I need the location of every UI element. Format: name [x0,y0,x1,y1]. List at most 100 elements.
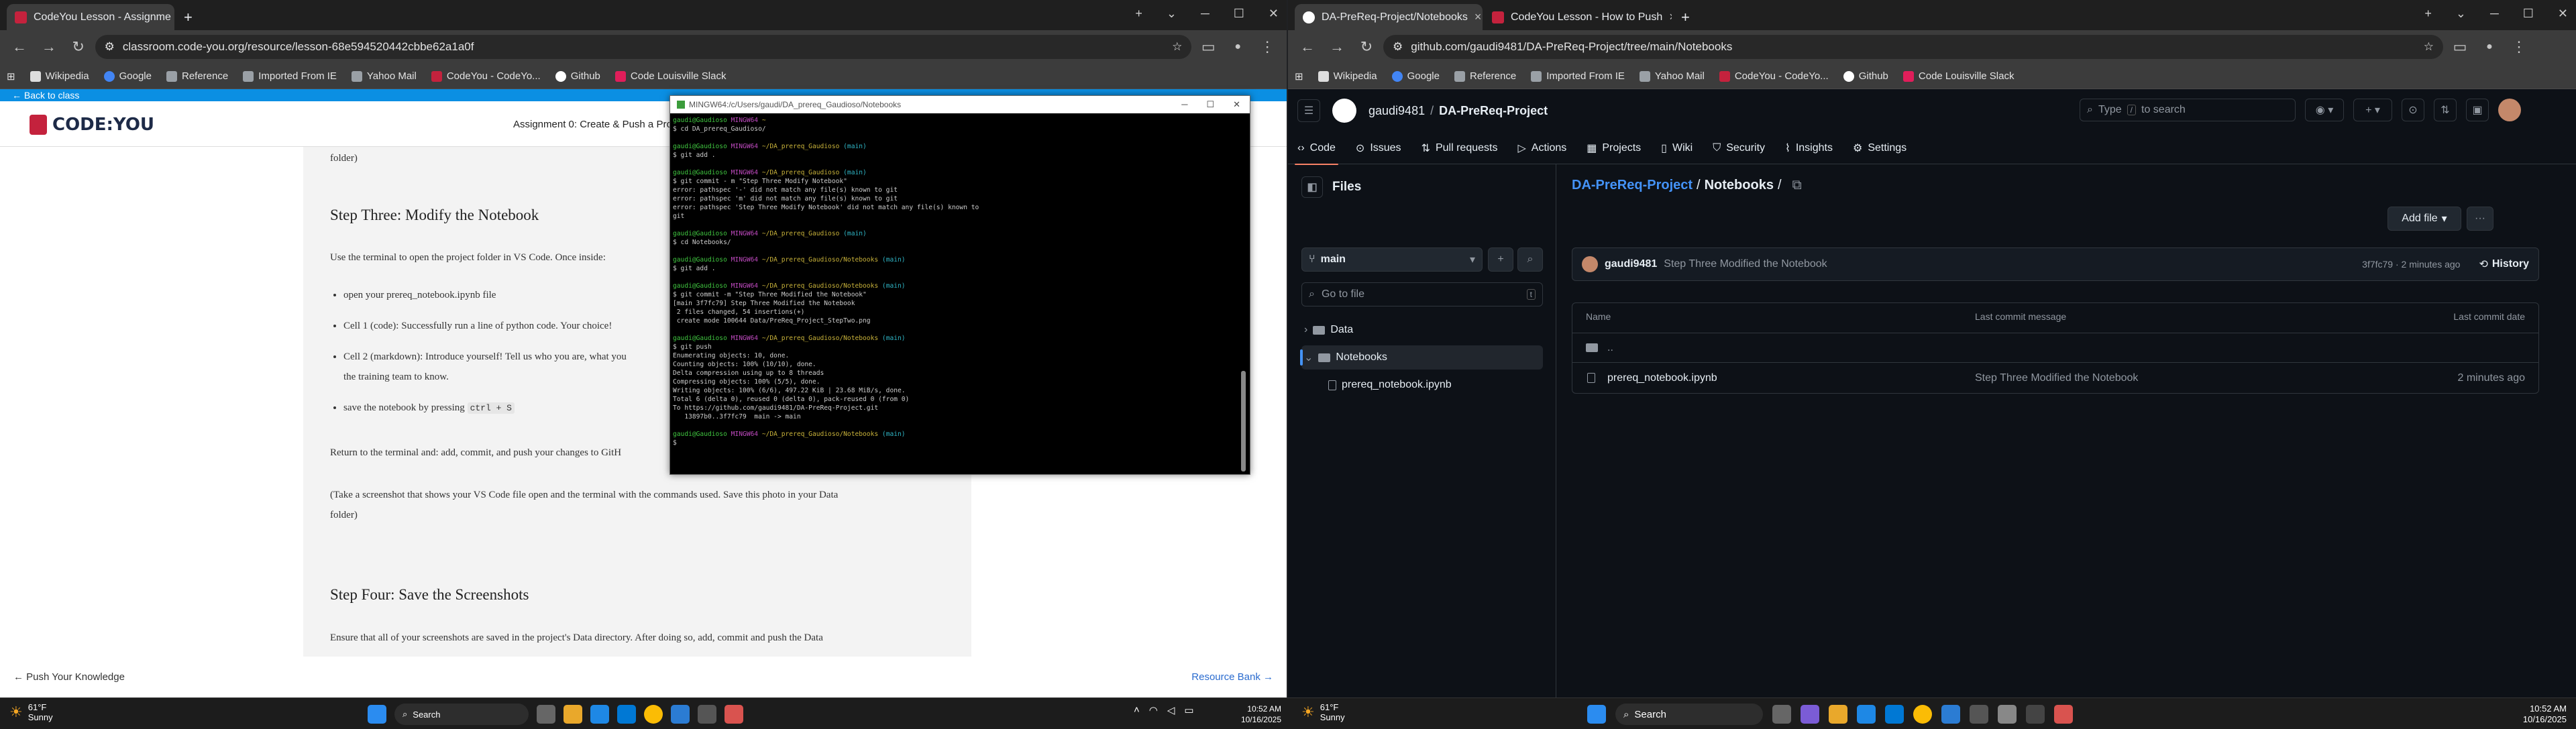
back-arrow-icon[interactable]: ← [1295,34,1320,60]
wifi-icon[interactable]: ◠ [1149,704,1158,716]
profile-avatar-icon[interactable]: ● [2477,34,2502,60]
outlook-icon[interactable] [1885,705,1904,724]
file-commit-message-link[interactable]: Step Three Modified the Notebook [1975,372,2138,384]
copilot-icon[interactable] [1801,705,1819,724]
minimize-icon[interactable]: ─ [1201,7,1210,21]
bookmark-wikipedia[interactable]: Wikipedia [30,70,89,82]
bookmark-slack[interactable]: Code Louisville Slack [1902,70,2014,82]
apps-grid-icon[interactable]: ⊞ [1295,70,1303,82]
dropdown-icon[interactable]: ⌄ [2456,7,2466,21]
repo-link[interactable]: DA-PreReq-Project [1439,104,1548,118]
collapse-sidebar-icon[interactable]: ◧ [1301,176,1323,198]
tab-github-notebooks[interactable]: DA-PreReq-Project/Notebooks × [1295,4,1483,30]
github-logo-icon[interactable] [1332,99,1356,123]
edge-icon[interactable] [590,705,609,724]
tab-wiki[interactable]: ▯ Wiki [1661,132,1693,164]
new-window-plus-icon[interactable]: + [2424,7,2432,21]
bookmark-google[interactable]: Google [103,70,152,82]
forward-arrow-icon[interactable]: → [1324,34,1350,60]
copy-path-icon[interactable]: ⧉ [1792,178,1802,193]
maximize-icon[interactable]: ☐ [1234,7,1244,21]
bookmark-codeyou[interactable]: CodeYou - CodeYo... [431,70,541,82]
tab-insights[interactable]: ⌇ Insights [1785,132,1833,164]
bookmark-google[interactable]: Google [1391,70,1440,82]
windows-start-icon[interactable] [368,705,386,724]
codeyou-logo[interactable]: CODE:YOU [30,115,154,135]
cast-icon[interactable]: ▭ [1195,34,1221,60]
file-explorer-icon[interactable] [564,705,582,724]
github-search-input[interactable]: ⌕ Type / to search [2080,99,2296,121]
scrollbar-thumb[interactable] [1241,371,1246,471]
tab-pull-requests[interactable]: ⇅ Pull requests [1421,132,1498,164]
task-view-icon[interactable] [537,705,555,724]
reload-icon[interactable]: ↻ [1354,34,1379,60]
file-name-link[interactable]: prereq_notebook.ipynb [1607,372,1717,384]
maximize-icon[interactable]: ☐ [2523,7,2534,21]
tab-issues[interactable]: ⊙ Issues [1356,132,1401,164]
bookmark-yahoo[interactable]: Yahoo Mail [351,70,417,82]
battery-icon[interactable]: ▭ [1184,704,1193,716]
bookmark-wikipedia[interactable]: Wikipedia [1318,70,1377,82]
git-bash-taskbar-icon[interactable] [2054,705,2073,724]
terminal-scrollbar[interactable] [1239,116,1248,471]
bookmark-yahoo[interactable]: Yahoo Mail [1639,70,1705,82]
new-window-plus-icon[interactable]: + [1135,7,1142,21]
previous-lesson-link[interactable]: ← Push Your Knowledge [13,671,125,683]
vscode-icon[interactable] [1941,705,1960,724]
hamburger-menu-icon[interactable]: ☰ [1297,99,1320,122]
close-tab-icon[interactable]: × [1669,10,1672,24]
menu-dots-icon[interactable]: ⋮ [2506,34,2532,60]
branch-selector[interactable]: ⑂ main ▾ [1301,247,1483,272]
new-tab-button[interactable]: + [176,4,203,30]
parent-directory-link[interactable]: .. [1607,342,1613,354]
add-file-plus-icon[interactable]: + [1488,247,1513,272]
create-new-plus-icon[interactable]: + ▾ [2353,99,2392,121]
taskbar-search-box[interactable]: ⌕ Search [394,704,529,725]
weather-widget[interactable]: ☀ 61°F Sunny [1301,702,1345,722]
bookmark-codeyou[interactable]: CodeYou - CodeYo... [1719,70,1829,82]
more-options-icon[interactable]: ··· [2467,207,2493,231]
tree-item-data[interactable]: › Data [1304,319,1353,341]
calculator-icon[interactable] [1998,705,2017,724]
search-icon[interactable]: ⌕ [1517,247,1543,272]
extensions-icon[interactable]: ▭ [2447,34,2473,60]
site-info-icon[interactable]: ⚙ [1393,40,1403,54]
go-to-file-input[interactable]: ⌕ Go to file t [1301,282,1543,306]
pull-requests-icon[interactable]: ⇅ [2434,99,2457,121]
new-tab-button[interactable]: + [1673,4,1700,30]
close-tab-icon[interactable]: × [1474,10,1482,24]
apps-grid-icon[interactable]: ⊞ [7,70,15,82]
bookmark-imported[interactable]: Imported From IE [243,70,337,82]
taskbar-search-box[interactable]: ⌕ Search [1615,704,1763,725]
reload-icon[interactable]: ↻ [66,34,91,60]
outlook-icon[interactable] [617,705,636,724]
tab-actions[interactable]: ▷ Actions [1517,132,1566,164]
address-bar[interactable]: ⚙ github.com/gaudi9481/DA-PreReq-Project… [1383,35,2443,59]
forward-arrow-icon[interactable]: → [36,34,62,60]
user-avatar[interactable] [2498,99,2521,121]
add-file-button[interactable]: Add file ▾ [2387,207,2461,231]
git-bash-terminal-window[interactable]: MINGW64:/c/Users/gaudi/DA_prereq_Gaudios… [669,95,1250,475]
git-bash-taskbar-icon[interactable] [724,705,743,724]
tree-item-notebook-file[interactable]: prereq_notebook.ipynb [1328,374,1452,396]
edge-icon[interactable] [1857,705,1876,724]
back-arrow-icon[interactable]: ← [7,34,32,60]
table-row[interactable]: prereq_notebook.ipynb Step Three Modifie… [1572,362,2538,393]
chrome-icon[interactable] [1913,705,1932,724]
windows-start-icon[interactable] [1587,705,1606,724]
next-lesson-link[interactable]: Resource Bank → [1191,671,1273,683]
task-view-icon[interactable] [1772,705,1791,724]
bookmark-star-icon[interactable]: ☆ [1172,40,1182,54]
minimize-icon[interactable]: ─ [2490,7,2499,21]
inbox-icon[interactable]: ▣ [2466,99,2489,121]
tab-codeyou-push[interactable]: CodeYou Lesson - How to Push × [1484,4,1672,30]
app-icon[interactable] [1970,705,1988,724]
commit-author-link[interactable]: gaudi9481 [1605,258,1657,270]
bookmark-reference[interactable]: Reference [166,70,228,82]
bookmark-slack[interactable]: Code Louisville Slack [614,70,726,82]
terminal-output[interactable]: gaudi@Gaudioso MINGW64 ~ $ cd DA_prereq_… [673,116,1235,470]
site-info-icon[interactable]: ⚙ [105,40,115,54]
bookmark-github[interactable]: Github [1843,70,1888,82]
close-window-icon[interactable]: ✕ [1269,7,1279,21]
menu-dots-icon[interactable]: ⋮ [1254,34,1280,60]
